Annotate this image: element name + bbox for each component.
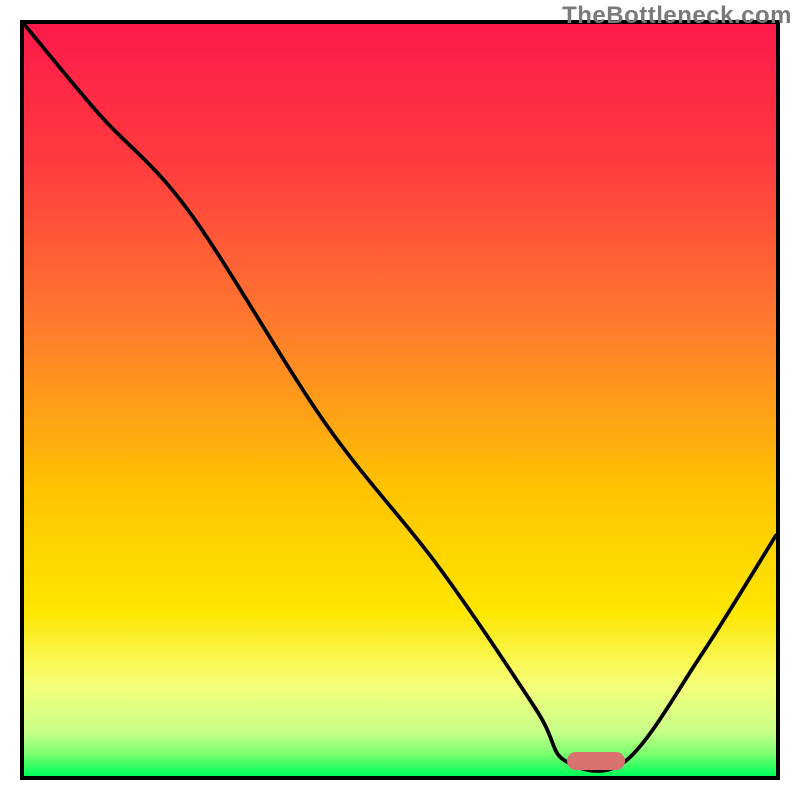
canvas: TheBottleneck.com (0, 0, 800, 800)
bottleneck-curve (24, 24, 776, 776)
trough-marker (567, 752, 625, 770)
watermark-text: TheBottleneck.com (562, 2, 792, 30)
plot-frame (20, 20, 780, 780)
